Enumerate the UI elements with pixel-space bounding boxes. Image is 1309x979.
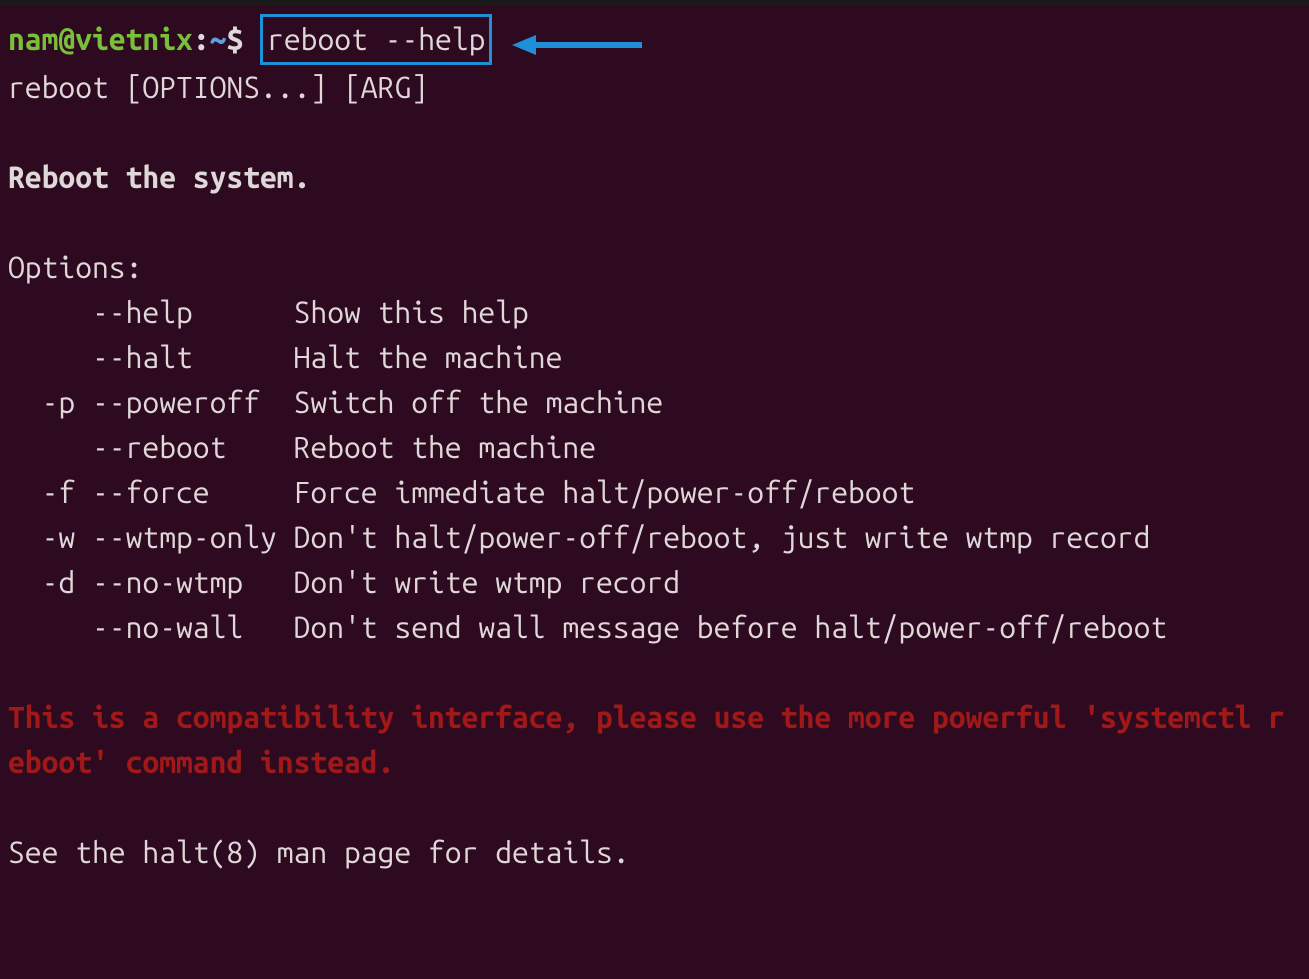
prompt-dollar: $ [226, 22, 243, 56]
footer-manpage: See the halt(8) man page for details. [8, 835, 630, 869]
command-highlight-box: reboot --help [260, 14, 492, 65]
option-halt: --halt Halt the machine [8, 340, 562, 374]
option-help: --help Show this help [8, 295, 529, 329]
description-heading: Reboot the system. [8, 160, 310, 194]
prompt-colon: : [193, 22, 210, 56]
prompt-user: nam@vietnix [8, 22, 193, 56]
option-poweroff: -p --poweroff Switch off the machine [8, 385, 663, 419]
prompt-path: ~ [210, 22, 227, 56]
terminal-output: nam@vietnix:~$ reboot --help reboot [OPT… [8, 14, 1301, 875]
annotation-arrow-icon [512, 20, 642, 65]
option-force: -f --force Force immediate halt/power-of… [8, 475, 915, 509]
options-header: Options: [8, 250, 142, 284]
option-no-wall: --no-wall Don't send wall message before… [8, 610, 1167, 644]
option-no-wtmp: -d --no-wtmp Don't write wtmp record [8, 565, 680, 599]
usage-line: reboot [OPTIONS...] [ARG] [8, 70, 428, 104]
option-reboot: --reboot Reboot the machine [8, 430, 596, 464]
option-wtmp-only: -w --wtmp-only Don't halt/power-off/rebo… [8, 520, 1150, 554]
window-titlebar [0, 0, 1309, 6]
terminal-content[interactable]: nam@vietnix:~$ reboot --help reboot [OPT… [8, 14, 1301, 875]
command-text: reboot --help [267, 22, 485, 56]
compatibility-warning: This is a compatibility interface, pleas… [8, 700, 1285, 779]
